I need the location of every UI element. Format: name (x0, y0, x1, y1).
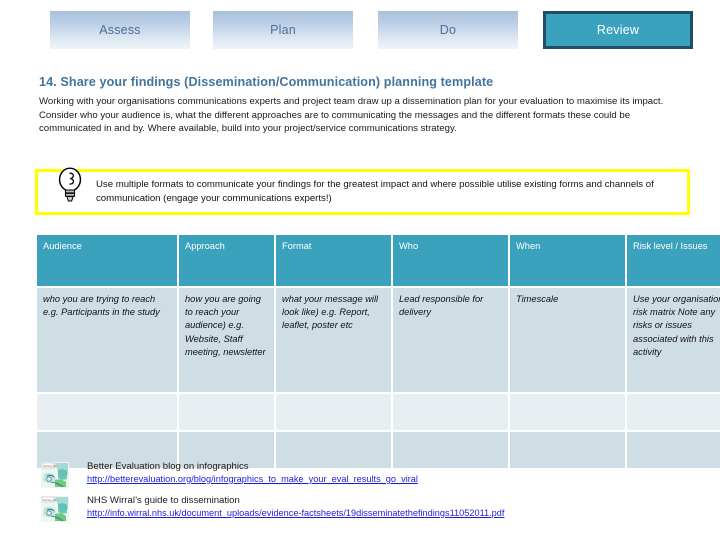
tip-callout: Use multiple formats to communicate your… (35, 167, 690, 215)
page-title: 14. Share your findings (Dissemination/C… (39, 75, 494, 89)
table-header-row: Audience Approach Format Who When Risk l… (37, 235, 720, 286)
dissemination-planning-table: Audience Approach Format Who When Risk l… (35, 233, 720, 470)
column-header-approach: Approach (179, 235, 274, 286)
cell-empty-risk[interactable] (627, 394, 720, 430)
resource-item-better-evaluation: Survey QR Better Evaluation blog on info… (41, 460, 681, 488)
resource-url-link[interactable]: http://info.wirral.nhs.uk/document_uploa… (87, 507, 504, 520)
cell-empty-who[interactable] (393, 394, 508, 430)
cell-guidance-who[interactable]: Lead responsible for delivery (393, 288, 508, 392)
infographic-thumbnail-icon: Survey QR (41, 462, 69, 488)
intro-paragraph: Working with your organisations communic… (39, 96, 664, 135)
cell-guidance-risk[interactable]: Use your organisations risk matrix Note … (627, 288, 720, 392)
tab-review-label: Review (596, 23, 640, 37)
resource-body: Better Evaluation blog on infographics h… (87, 460, 418, 486)
table-row-empty-1 (37, 394, 720, 430)
tab-do[interactable]: Do (378, 11, 518, 49)
lightbulb-icon (58, 167, 82, 202)
resource-body: NHS Wirral’s guide to dissemination http… (87, 494, 504, 520)
tab-plan[interactable]: Plan (213, 11, 353, 49)
cell-guidance-when[interactable]: Timescale (510, 288, 625, 392)
tab-review[interactable]: Review (543, 11, 693, 49)
column-header-format: Format (276, 235, 391, 286)
cell-guidance-format[interactable]: what your message will look like) e.g. R… (276, 288, 391, 392)
table-row-guidance: who you are trying to reach e.g. Partici… (37, 288, 720, 392)
tip-text: Use multiple formats to communicate your… (96, 179, 654, 204)
resource-label: Better Evaluation blog on infographics (87, 461, 249, 472)
cell-guidance-audience[interactable]: who you are trying to reach e.g. Partici… (37, 288, 177, 392)
cell-guidance-approach[interactable]: how you are going to reach your audience… (179, 288, 274, 392)
tab-plan-label: Plan (270, 23, 296, 37)
cell-empty-when[interactable] (510, 394, 625, 430)
resource-label: NHS Wirral’s guide to dissemination (87, 495, 240, 506)
column-header-audience: Audience (37, 235, 177, 286)
tab-assess[interactable]: Assess (50, 11, 190, 49)
column-header-who: Who (393, 235, 508, 286)
tab-assess-label: Assess (99, 23, 141, 37)
tab-do-label: Do (439, 23, 457, 37)
column-header-when: When (510, 235, 625, 286)
resource-url-link[interactable]: http://betterevaluation.org/blog/infogra… (87, 473, 418, 486)
cell-empty-approach[interactable] (179, 394, 274, 430)
cell-empty-format[interactable] (276, 394, 391, 430)
resource-links: Survey QR Better Evaluation blog on info… (41, 460, 681, 528)
stage-navigation-tabs: Assess Plan Do Review (0, 11, 720, 51)
infographic-thumbnail-icon: Survey QR (41, 496, 69, 522)
cell-empty-audience[interactable] (37, 394, 177, 430)
column-header-risk-level-issues: Risk level / Issues (627, 235, 720, 286)
resource-item-nhs-wirral: Survey QR NHS Wirral’s guide to dissemin… (41, 494, 681, 522)
